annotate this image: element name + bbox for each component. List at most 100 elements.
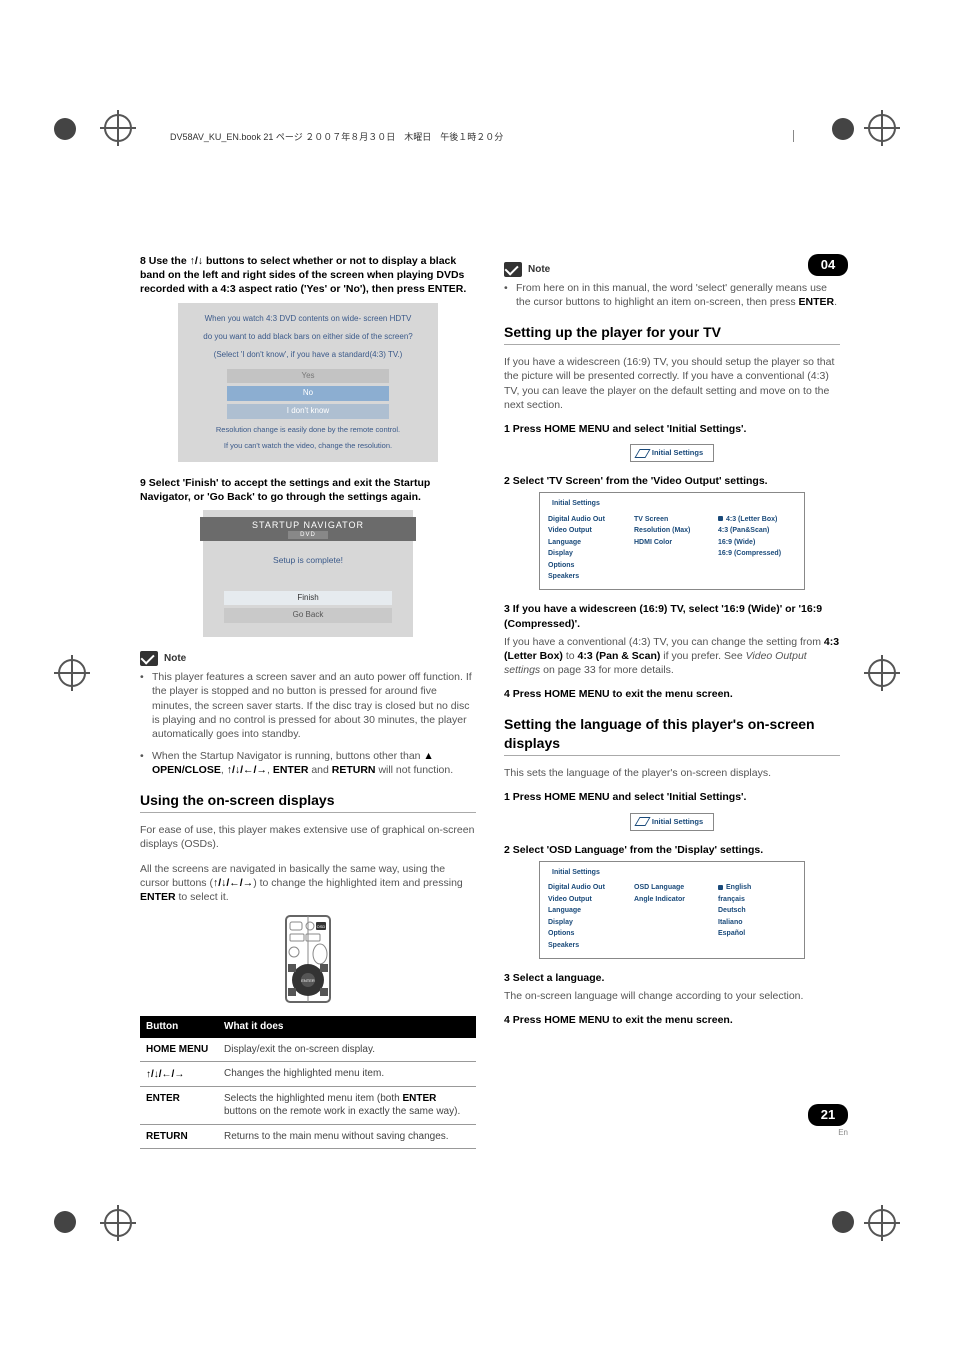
note-bullet: When the Startup Navigator is running, b…	[140, 749, 476, 777]
note-bullet: From here on in this manual, the word 's…	[504, 281, 840, 309]
header-strip: DV58AV_KU_EN.book 21 ページ ２００７年８月３０日 木曜日 …	[170, 128, 794, 144]
note2-sep: and	[308, 764, 331, 776]
table-cell-val: Selects the highlighted menu item (both …	[218, 1086, 476, 1124]
setting-value: Italiano	[718, 918, 751, 927]
step-8: 8 Use the ↑/↓ buttons to select whether …	[140, 254, 476, 297]
tv-step-4: 4 Press HOME MENU to exit the menu scree…	[504, 687, 840, 701]
wizard-box-finish: STARTUP NAVIGATOR DVD Setup is complete!…	[203, 510, 413, 637]
crosshair-icon	[864, 1205, 900, 1241]
section-rule	[504, 344, 840, 345]
setting-value-text: English	[726, 884, 751, 891]
setting-value: 4:3 (Pan&Scan)	[718, 526, 781, 535]
svg-text:OSD: OSD	[317, 924, 326, 929]
section-title-lang: Setting the language of this player's on…	[504, 715, 840, 753]
note-heading: Note	[140, 651, 476, 666]
setting-cat: Language	[548, 538, 624, 547]
note2-pre: When the Startup Navigator is running, b…	[152, 750, 423, 762]
table-row: HOME MENU Display/exit the on-screen dis…	[140, 1038, 476, 1062]
rnote-post: .	[834, 296, 837, 308]
wizard-title: STARTUP NAVIGATOR DVD	[200, 517, 416, 541]
lang-step-2: 2 Select 'OSD Language' from the 'Displa…	[504, 843, 840, 857]
tv-step-3: 3 If you have a widescreen (16:9) TV, se…	[504, 602, 840, 630]
initial-settings-label: Initial Settings	[652, 817, 703, 827]
setting-cat: Speakers	[548, 941, 624, 950]
setting-value: Deutsch	[718, 906, 751, 915]
settings-head: Initial Settings	[552, 868, 600, 877]
note2-b2: ↑/↓/←/→	[227, 764, 267, 776]
setting-value-text: 4:3 (Letter Box)	[726, 516, 777, 523]
lang-step-3: 3 Select a language.	[504, 971, 840, 985]
osd-paragraph: All the screens are navigated in basical…	[140, 862, 476, 905]
crosshair-icon	[54, 655, 90, 691]
section-title-osd: Using the on-screen displays	[140, 791, 476, 810]
note-label: Note	[528, 263, 550, 277]
wizard-question-line: do you want to add black bars on either …	[197, 332, 419, 342]
table-cell-key: HOME MENU	[140, 1038, 218, 1062]
note-bullet: This player features a screen saver and …	[140, 670, 476, 741]
section-rule	[504, 755, 840, 756]
lang-step-4: 4 Press HOME MENU to exit the menu scree…	[504, 1013, 840, 1027]
wizard-option-dontknow: I don't know	[227, 404, 389, 419]
crosshair-icon	[864, 655, 900, 691]
table-row: RETURN Returns to the main menu without …	[140, 1124, 476, 1149]
section-title-tv: Setting up the player for your TV	[504, 323, 840, 342]
setting-cat: Options	[548, 929, 624, 938]
initial-settings-pill: Initial Settings	[630, 444, 714, 462]
reg-mark-dot	[832, 118, 854, 140]
wizard-option-no: No	[227, 386, 389, 401]
r3-a: Selects the highlighted menu item (both	[224, 1093, 402, 1104]
tv-step-1: 1 Press HOME MENU and select 'Initial Se…	[504, 422, 840, 436]
r3-c: buttons on the remote work in exactly th…	[224, 1106, 460, 1117]
osd-p2-post: to select it.	[176, 891, 229, 903]
table-header-desc: What it does	[218, 1016, 476, 1038]
header-divider	[793, 130, 794, 142]
table-cell-key: RETURN	[140, 1124, 218, 1149]
setting-value: 16:9 (Compressed)	[718, 549, 781, 558]
note2-post: will not function.	[378, 764, 453, 776]
note-icon	[504, 262, 522, 277]
table-row: ↑/↓/←/→ Changes the highlighted menu ite…	[140, 1062, 476, 1087]
setting-item: TV Screen	[634, 515, 708, 524]
setting-cat: Digital Audio Out	[548, 883, 624, 892]
setting-cat: Options	[548, 561, 624, 570]
note-label: Note	[164, 652, 186, 666]
table-cell-key: ENTER	[140, 1086, 218, 1124]
remote-illustration: OSD ENTER	[258, 914, 358, 1004]
note2-b3: ENTER	[273, 764, 309, 776]
settings-icon	[634, 449, 650, 458]
reg-mark-dot	[832, 1211, 854, 1233]
osd-paragraph: For ease of use, this player makes exten…	[140, 823, 476, 851]
header-text: DV58AV_KU_EN.book 21 ページ ２００７年８月３０日 木曜日 …	[170, 130, 503, 143]
osd-p2-enter: ENTER	[140, 891, 176, 903]
setting-value: English	[718, 883, 751, 892]
wizard-title-sub: DVD	[288, 531, 328, 539]
initial-settings-label: Initial Settings	[652, 448, 703, 458]
table-cell-val: Returns to the main menu without saving …	[218, 1124, 476, 1149]
step-9: 9 Select 'Finish' to accept the settings…	[140, 476, 476, 504]
setting-item: Resolution (Max)	[634, 526, 708, 535]
setting-cat: Video Output	[548, 895, 624, 904]
arrow-key-glyph: ↑/↓/←/→	[146, 1068, 184, 1082]
setting-cat: Digital Audio Out	[548, 515, 624, 524]
tv3-post2: on page 33 for more details.	[540, 664, 674, 676]
wizard-box-aspect: When you watch 4:3 DVD contents on wide-…	[178, 303, 438, 462]
selected-dot-icon	[718, 516, 723, 521]
reg-mark-dot	[54, 1211, 76, 1233]
table-cell-val: Display/exit the on-screen display.	[218, 1038, 476, 1062]
settings-icon	[634, 817, 650, 826]
wizard-footnote: If you can't watch the video, change the…	[197, 441, 419, 451]
wizard-option-yes: Yes	[227, 369, 389, 384]
setting-cat: Display	[548, 918, 624, 927]
wizard-question-line: When you watch 4:3 DVD contents on wide-…	[197, 314, 419, 324]
table-cell-val: Changes the highlighted menu item.	[218, 1062, 476, 1087]
section-rule	[140, 812, 476, 813]
lang-paragraph: This sets the language of the player's o…	[504, 766, 840, 780]
note2-b4: RETURN	[332, 764, 376, 776]
crosshair-icon	[100, 1205, 136, 1241]
tv-step-2: 2 Select 'TV Screen' from the 'Video Out…	[504, 474, 840, 488]
selected-dot-icon	[718, 885, 723, 890]
reg-mark-dot	[54, 118, 76, 140]
tv-paragraph: If you have a widescreen (16:9) TV, you …	[504, 355, 840, 412]
lang-step-1: 1 Press HOME MENU and select 'Initial Se…	[504, 790, 840, 804]
setting-cat: Language	[548, 906, 624, 915]
